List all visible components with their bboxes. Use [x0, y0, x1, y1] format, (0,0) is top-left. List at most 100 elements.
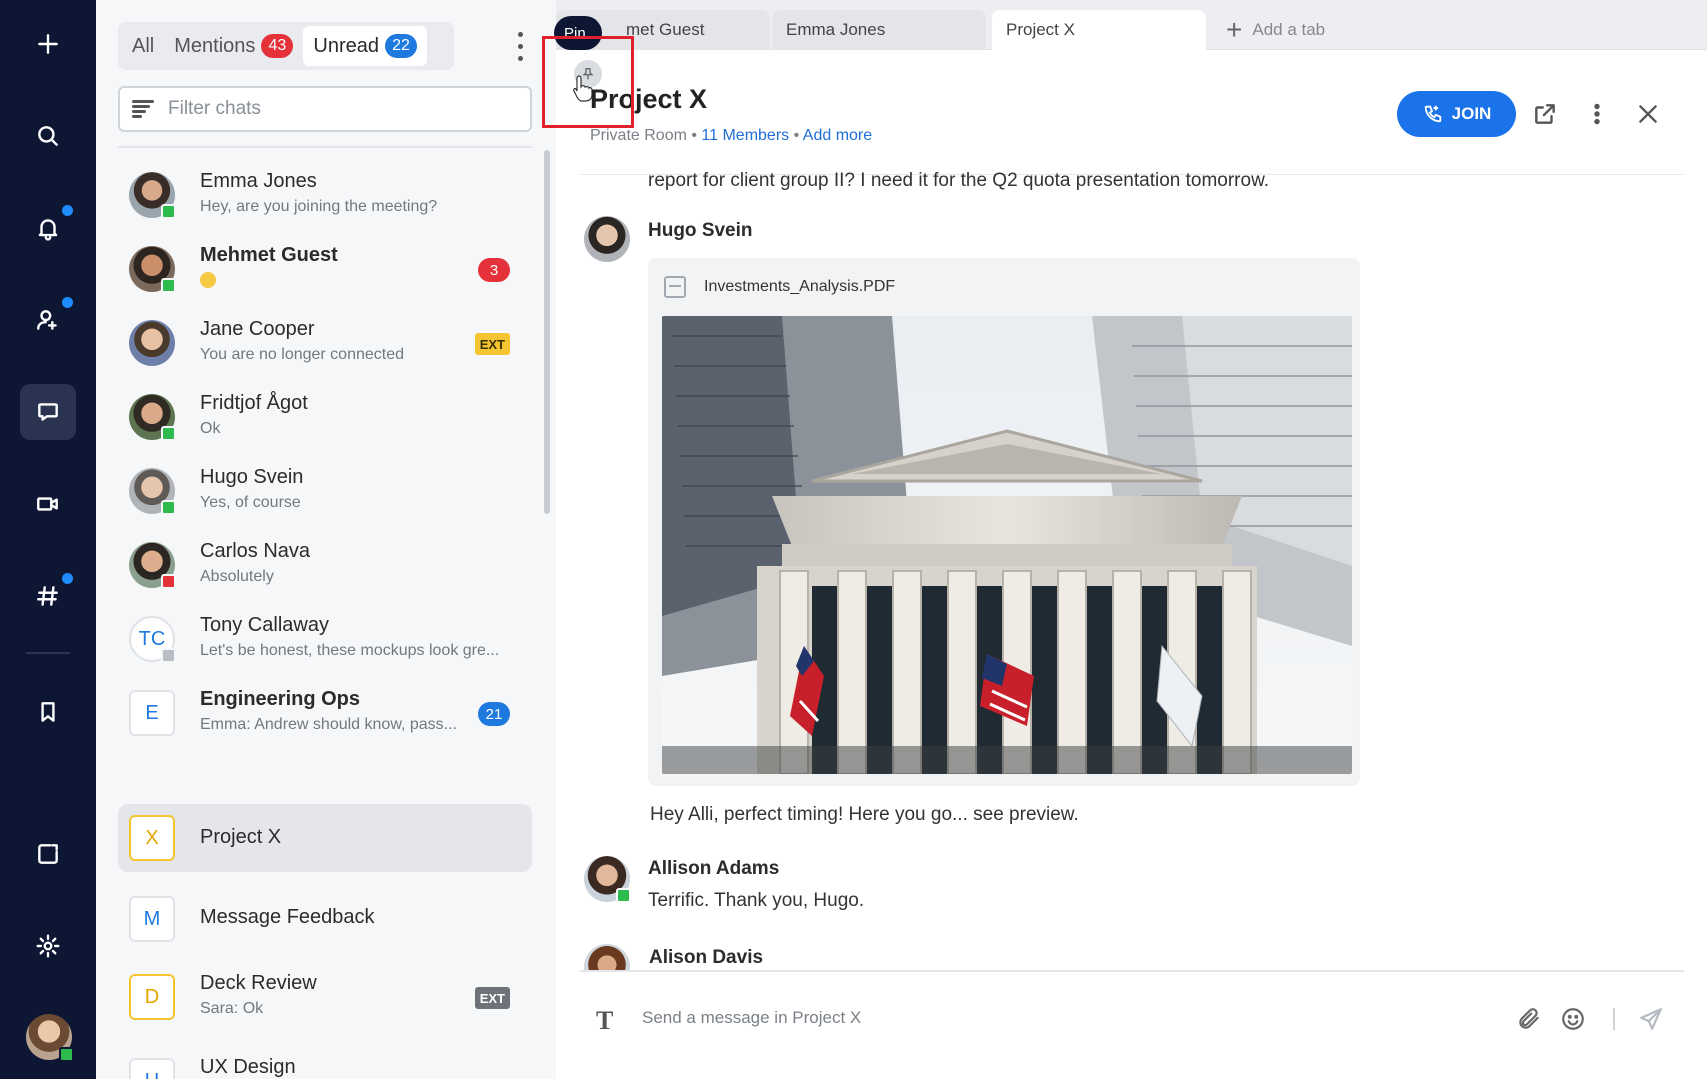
- tab-project-x[interactable]: Project X: [992, 10, 1206, 50]
- chat-preview: Ok: [200, 420, 221, 437]
- list-item[interactable]: Mehmet Guest 3: [118, 234, 532, 304]
- chat-preview: Hey, are you joining the meeting?: [200, 198, 438, 215]
- new-icon[interactable]: [20, 16, 76, 72]
- highlight-annotation: [542, 36, 634, 128]
- list-item[interactable]: Emma Jones Hey, are you joining the meet…: [118, 160, 532, 230]
- presence-online-icon: [161, 278, 176, 293]
- presence-online-icon: [161, 426, 176, 441]
- presence-online-icon: [59, 1047, 74, 1062]
- chat-name: Deck Review: [200, 972, 317, 994]
- list-divider: [118, 146, 532, 148]
- room-meta: Private Room • 11 Members • Add more: [590, 127, 873, 144]
- avatar: U: [129, 1058, 175, 1079]
- more-options-icon[interactable]: [1581, 98, 1613, 130]
- filter-chats-field: [118, 86, 532, 132]
- chat-name: Tony Callaway: [200, 614, 329, 636]
- tab-emma-jones[interactable]: Emma Jones: [772, 10, 986, 50]
- chat-preview: Yes, of course: [200, 494, 301, 511]
- bookmark-icon[interactable]: [20, 684, 76, 740]
- add-more-link[interactable]: Add more: [803, 127, 872, 144]
- tab-unread[interactable]: Unread 22: [303, 26, 427, 66]
- tab-all[interactable]: All: [122, 26, 164, 66]
- emoji-icon[interactable]: [1558, 1004, 1588, 1034]
- message-author: Hugo Svein: [648, 220, 753, 241]
- video-icon[interactable]: [20, 476, 76, 532]
- chat-name: Fridtjof Ågot: [200, 392, 308, 414]
- image-file-icon: [664, 276, 686, 298]
- composer-separator: [1613, 1008, 1615, 1030]
- app-rail: [0, 0, 96, 1079]
- attachment-card[interactable]: Investments_Analysis.PDF: [648, 258, 1360, 786]
- avatar: M: [129, 896, 175, 942]
- avatar: X: [129, 815, 175, 861]
- avatar: [129, 320, 175, 366]
- more-options-icon[interactable]: [510, 28, 530, 64]
- list-item[interactable]: M Message Feedback: [118, 884, 532, 954]
- chat-name: Message Feedback: [200, 906, 375, 928]
- notification-dot: [62, 297, 73, 308]
- avatar: [584, 216, 630, 262]
- avatar: D: [129, 974, 175, 1020]
- send-icon[interactable]: [1636, 1004, 1666, 1034]
- chat-preview: Let's be honest, these mockups look gre.…: [200, 642, 500, 659]
- list-item[interactable]: Jane Cooper You are no longer connected …: [118, 308, 532, 378]
- presence-busy-icon: [161, 574, 176, 589]
- tab-mentions[interactable]: Mentions 43: [164, 26, 303, 66]
- list-item[interactable]: TC Tony Callaway Let's be honest, these …: [118, 604, 532, 674]
- chat-name: Engineering Ops: [200, 688, 361, 710]
- avatar: E: [129, 690, 175, 736]
- room-type: Private Room: [590, 127, 687, 144]
- list-item[interactable]: E Engineering Ops Emma: Andrew should kn…: [118, 678, 532, 748]
- paperclip-icon[interactable]: [1514, 1004, 1544, 1034]
- rail-divider: [26, 652, 70, 654]
- filter-chats-input[interactable]: [168, 98, 498, 120]
- building-photo: [662, 316, 1352, 774]
- join-call-button[interactable]: JOIN: [1397, 91, 1516, 137]
- plus-icon: +: [1226, 14, 1243, 45]
- list-item[interactable]: U UX Design: [118, 1044, 532, 1079]
- chat-filter-tabs: All Mentions 43 Unread 22: [118, 22, 454, 70]
- chat-name: Mehmet Guest: [200, 244, 338, 266]
- presence-online-icon: [161, 500, 176, 515]
- list-item[interactable]: D Deck Review Sara: Ok EXT: [118, 962, 532, 1032]
- popout-icon[interactable]: [1529, 98, 1561, 130]
- add-tab-button[interactable]: + Add a tab: [1226, 14, 1325, 46]
- unread-count-badge: 3: [478, 258, 510, 282]
- chat-preview: You are no longer connected: [200, 346, 405, 363]
- chat-preview: Sara: Ok: [200, 1000, 264, 1017]
- text-format-icon[interactable]: T: [596, 1006, 613, 1036]
- chat-name: Project X: [200, 826, 282, 848]
- apps-icon[interactable]: [20, 826, 76, 882]
- chat-name: Emma Jones: [200, 170, 317, 192]
- message-text: Terrific. Thank you, Hugo.: [648, 890, 865, 911]
- notification-dot: [62, 573, 73, 584]
- chat-preview: Emma: Andrew should know, pass...: [200, 716, 458, 733]
- members-link[interactable]: 11 Members: [701, 127, 789, 144]
- message-text: Hey Alli, perfect timing! Here you go...…: [650, 804, 1079, 825]
- gear-icon[interactable]: [20, 918, 76, 974]
- chat-name: UX Design: [200, 1056, 296, 1078]
- presence-offline-icon: [161, 648, 176, 663]
- list-item[interactable]: Carlos Nava Absolutely: [118, 530, 532, 600]
- search-icon[interactable]: [20, 108, 76, 164]
- phone-icon: [1424, 105, 1441, 123]
- chat-icon[interactable]: [20, 384, 76, 440]
- filter-icon: [132, 100, 154, 118]
- chat-preview: Absolutely: [200, 568, 274, 585]
- avatar: [584, 944, 630, 970]
- image-preview[interactable]: [662, 316, 1352, 774]
- chat-preview: [200, 272, 216, 293]
- chat-list-scrollbar[interactable]: [544, 150, 550, 514]
- list-item[interactable]: Hugo Svein Yes, of course: [118, 456, 532, 526]
- unread-count-badge: 21: [478, 702, 510, 726]
- notification-dot: [62, 205, 73, 216]
- list-item[interactable]: Fridtjof Ågot Ok: [118, 382, 532, 452]
- message-text: report for client group II? I need it fo…: [648, 170, 1270, 191]
- chat-name: Jane Cooper: [200, 318, 315, 340]
- list-item[interactable]: X Project X: [118, 804, 532, 872]
- message-author: Alison Davis: [649, 947, 764, 968]
- message-input[interactable]: [642, 1008, 1402, 1028]
- mentions-count-badge: 43: [261, 34, 294, 58]
- close-icon[interactable]: [1632, 98, 1664, 130]
- file-attachment[interactable]: Investments_Analysis.PDF: [664, 276, 895, 298]
